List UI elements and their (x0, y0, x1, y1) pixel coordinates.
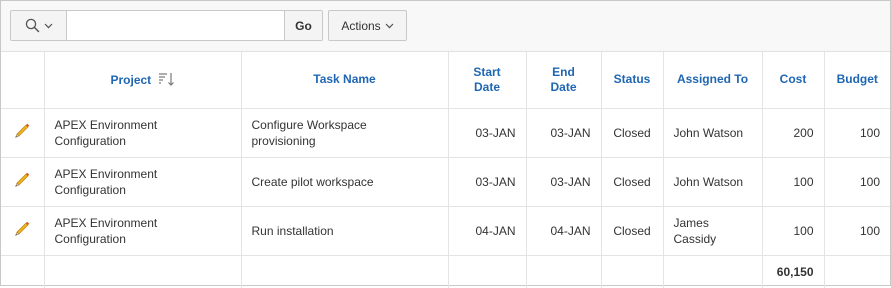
column-header-budget-label: Budget (836, 72, 878, 87)
pencil-icon[interactable] (13, 122, 31, 140)
report-toolbar: Go Actions (1, 1, 890, 52)
cell-start-date: 04-JAN (448, 206, 527, 256)
totals-cell-empty (241, 255, 449, 288)
totals-cell-empty (601, 255, 664, 288)
edit-cell[interactable] (1, 108, 45, 158)
table-row: APEX Environment Configuration Configure … (1, 108, 890, 158)
totals-row: 60,150 (1, 255, 890, 288)
cell-cost: 100 (762, 157, 825, 207)
edit-cell[interactable] (1, 157, 45, 207)
pencil-icon[interactable] (13, 220, 31, 238)
cell-budget: 100 (824, 157, 890, 207)
search-icon (25, 18, 39, 33)
column-header-status[interactable]: Status (601, 52, 664, 109)
column-header-project-label: Project (110, 72, 152, 87)
search-input[interactable] (67, 11, 284, 40)
actions-label: Actions (341, 18, 381, 33)
total-cost: 60,150 (762, 255, 825, 288)
column-header-budget[interactable]: Budget (824, 52, 890, 109)
column-header-end-date[interactable]: End Date (526, 52, 602, 109)
column-header-task-name[interactable]: Task Name (241, 52, 449, 109)
cell-task-name: Run installation (241, 206, 449, 256)
go-button[interactable]: Go (284, 11, 322, 40)
cell-end-date: 04-JAN (526, 206, 602, 256)
totals-cell-empty (1, 255, 45, 288)
pencil-icon[interactable] (13, 171, 31, 189)
cell-task-name: Create pilot workspace (241, 157, 449, 207)
cell-assigned-to: James Cassidy (663, 206, 763, 256)
cell-start-date: 03-JAN (448, 157, 527, 207)
column-header-start-date-line1: Start (473, 64, 501, 79)
totals-cell-empty (448, 255, 527, 288)
cell-project: APEX Environment Configuration (44, 157, 242, 207)
totals-cell-empty (824, 255, 890, 288)
cell-start-date: 03-JAN (448, 108, 527, 158)
totals-cell-empty (526, 255, 602, 288)
cell-status: Closed (601, 206, 664, 256)
sort-descending-icon (158, 72, 174, 86)
cell-project: APEX Environment Configuration (44, 108, 242, 158)
cell-assigned-to: John Watson (663, 108, 763, 158)
chevron-down-icon (44, 23, 52, 28)
cell-cost: 100 (762, 206, 825, 256)
column-header-end-date-line1: End (552, 64, 575, 79)
search-column-menu-button[interactable] (11, 11, 67, 40)
cell-end-date: 03-JAN (526, 108, 602, 158)
table-row: APEX Environment Configuration Create pil… (1, 157, 890, 207)
chevron-down-icon (385, 23, 394, 28)
search-bar: Go (10, 10, 323, 41)
column-header-start-date-line2: Date (473, 79, 500, 94)
cell-cost: 200 (762, 108, 825, 158)
column-header-cost-label: Cost (779, 72, 807, 87)
interactive-report: Go Actions Project Task Name Start Date … (0, 0, 891, 288)
cell-budget: 100 (824, 206, 890, 256)
cell-assigned-to: John Watson (663, 157, 763, 207)
column-header-assigned-to[interactable]: Assigned To (663, 52, 763, 109)
cell-budget: 100 (824, 108, 890, 158)
column-header-end-date-line2: Date (550, 79, 577, 94)
edit-cell[interactable] (1, 206, 45, 256)
cell-project: APEX Environment Configuration (44, 206, 242, 256)
cell-end-date: 03-JAN (526, 157, 602, 207)
report-table: Project Task Name Start Date End Date St… (1, 52, 890, 288)
column-header-assigned-to-label: Assigned To (676, 72, 749, 87)
edit-column-header (1, 52, 45, 109)
totals-cell-empty (44, 255, 242, 288)
column-header-start-date[interactable]: Start Date (448, 52, 527, 109)
cell-status: Closed (601, 108, 664, 158)
column-header-status-label: Status (613, 72, 651, 87)
cell-status: Closed (601, 157, 664, 207)
header-row: Project Task Name Start Date End Date St… (1, 52, 890, 109)
column-header-cost[interactable]: Cost (762, 52, 825, 109)
column-header-project[interactable]: Project (44, 52, 242, 109)
totals-cell-empty (663, 255, 763, 288)
table-row: APEX Environment Configuration Run instal… (1, 206, 890, 256)
column-header-task-name-label: Task Name (313, 72, 376, 87)
actions-menu-button[interactable]: Actions (328, 10, 407, 41)
cell-task-name: Configure Workspace provisioning (241, 108, 449, 158)
